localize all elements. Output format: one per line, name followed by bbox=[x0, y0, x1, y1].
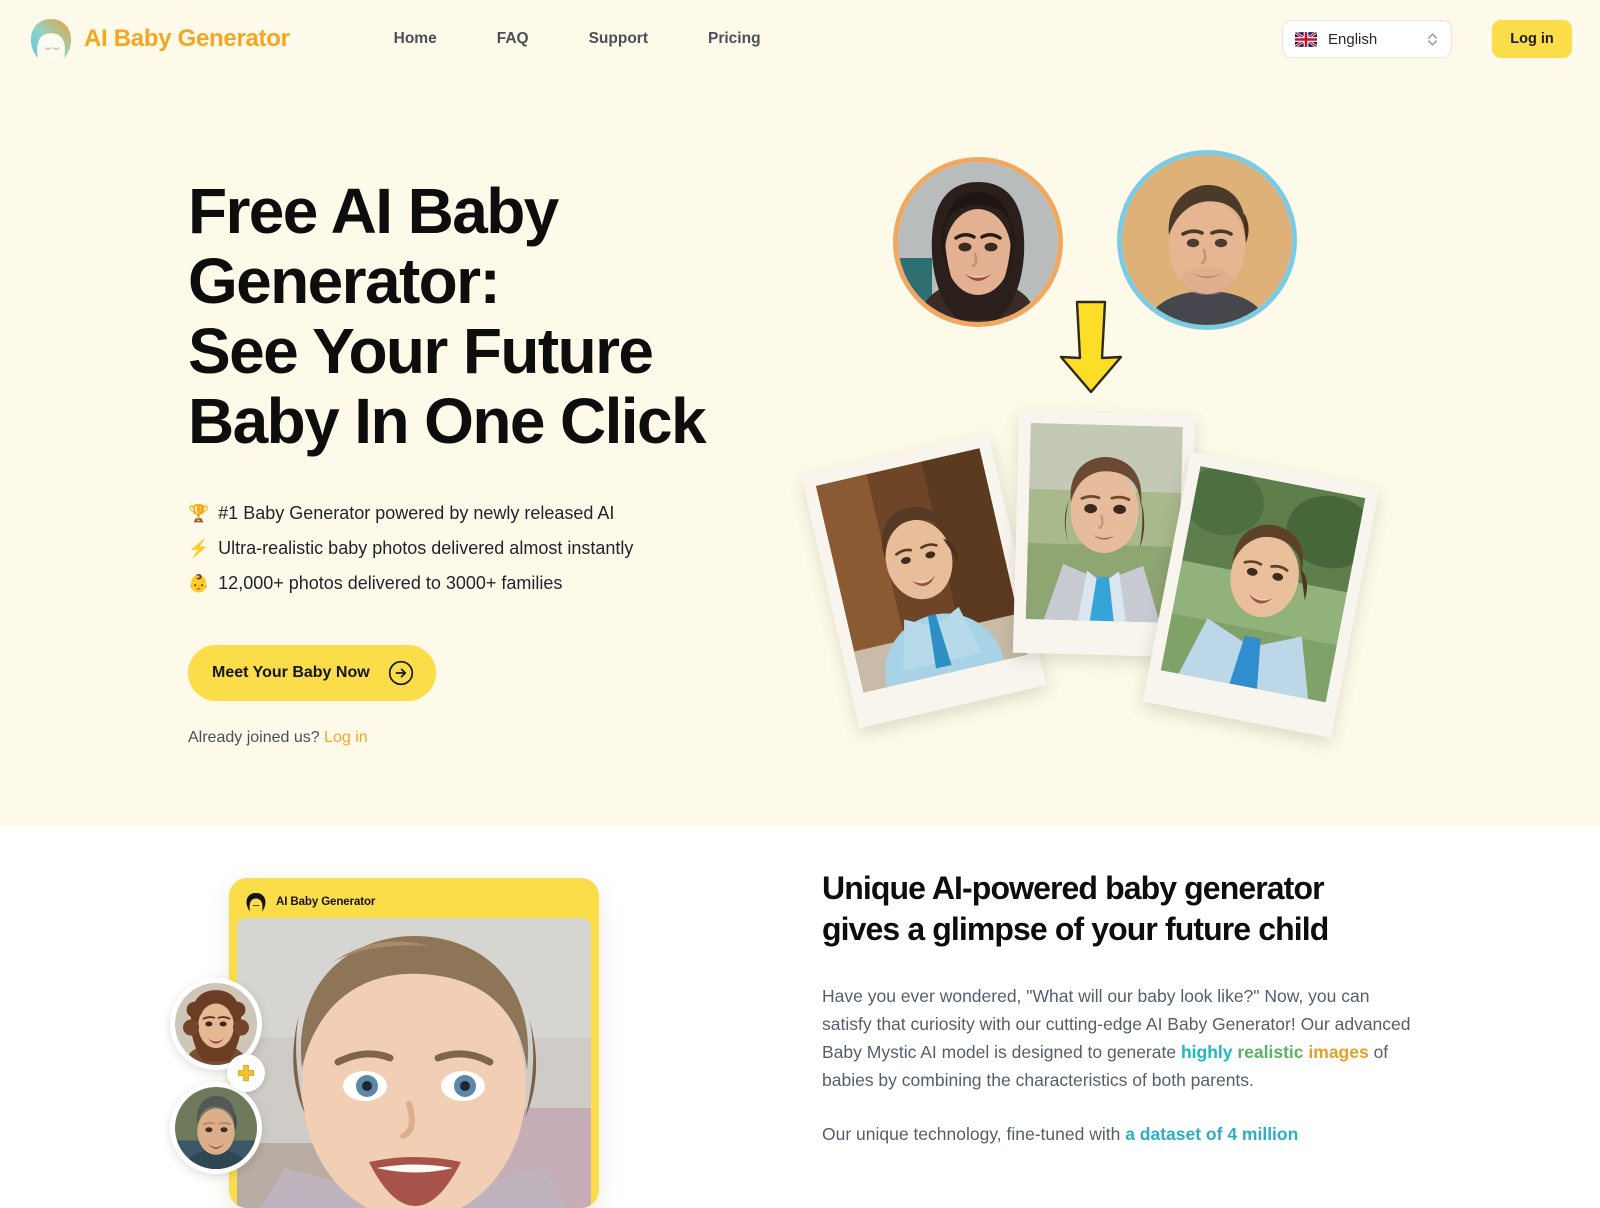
about-highlight-realistic: realistic bbox=[1237, 1042, 1304, 1062]
hero-mother-avatar bbox=[893, 157, 1063, 327]
uk-flag-icon bbox=[1295, 31, 1317, 47]
brand-logo-link[interactable]: AI Baby Generator bbox=[28, 17, 290, 61]
plus-badge bbox=[227, 1054, 265, 1092]
about-paragraph-1: Have you ever wondered, "What will our b… bbox=[822, 982, 1422, 1094]
baby-face-logo-icon bbox=[30, 19, 72, 60]
about-highlight-dataset: a dataset of 4 million bbox=[1125, 1124, 1299, 1144]
nav-link-pricing[interactable]: Pricing bbox=[678, 22, 791, 56]
app-mockup-title: AI Baby Generator bbox=[276, 896, 376, 908]
meet-your-baby-now-button[interactable]: Meet Your Baby Now bbox=[188, 645, 436, 701]
about-paragraph-2-part-1: Our unique technology, fine-tuned with bbox=[822, 1124, 1126, 1144]
baby-result-image bbox=[815, 448, 1028, 693]
father-portrait bbox=[1122, 155, 1292, 325]
login-button[interactable]: Log in bbox=[1492, 20, 1572, 58]
chevron-up-down-icon bbox=[1427, 32, 1438, 46]
about-highlight-highly: highly bbox=[1180, 1042, 1233, 1062]
main-navigation: Home FAQ Support Pricing bbox=[364, 22, 791, 56]
site-header: AI Baby Generator Home FAQ Support Prici… bbox=[0, 0, 1600, 78]
baby-result-image bbox=[1025, 423, 1183, 623]
about-section: AI Baby Generator Unique AI-powered baby… bbox=[0, 826, 1600, 1208]
father-portrait bbox=[175, 1087, 257, 1169]
already-joined-text: Already joined us? Log in bbox=[188, 729, 808, 747]
hero-feature-text: 12,000+ photos delivered to 3000+ famili… bbox=[218, 573, 563, 593]
hero-feature-text: #1 Baby Generator powered by newly relea… bbox=[218, 503, 615, 523]
hero-illustration bbox=[801, 140, 1440, 780]
brand-name: AI Baby Generator bbox=[84, 25, 290, 52]
hero-feature-item: 🏆 #1 Baby Generator powered by newly rel… bbox=[188, 496, 808, 531]
about-highlight-images: images bbox=[1308, 1042, 1369, 1062]
mother-portrait bbox=[175, 983, 257, 1065]
about-paragraph-2: Our unique technology, fine-tuned with a… bbox=[822, 1120, 1422, 1148]
header-actions: English Log in bbox=[1282, 20, 1572, 58]
mother-portrait bbox=[898, 162, 1058, 322]
trophy-icon: 🏆 bbox=[188, 504, 210, 523]
language-selector[interactable]: English bbox=[1282, 20, 1452, 58]
baby-icon: 👶 bbox=[188, 574, 210, 593]
baby-result-photo-left bbox=[801, 433, 1047, 729]
mockup-father-avatar bbox=[170, 1082, 262, 1174]
app-mockup: AI Baby Generator bbox=[170, 878, 610, 1208]
app-mockup-header: AI Baby Generator bbox=[237, 886, 591, 918]
hero-feature-text: Ultra-realistic baby photos delivered al… bbox=[218, 538, 634, 558]
app-mockup-card: AI Baby Generator bbox=[229, 878, 599, 1208]
already-joined-login-link[interactable]: Log in bbox=[324, 729, 368, 746]
hero-title: Free AI Baby Generator: See Your Future … bbox=[188, 175, 707, 457]
arrow-right-circle-icon bbox=[388, 660, 414, 686]
language-label: English bbox=[1328, 30, 1378, 48]
hero-feature-list: 🏆 #1 Baby Generator powered by newly rel… bbox=[188, 496, 808, 601]
baby-face-logo-icon bbox=[246, 893, 266, 912]
nav-link-faq[interactable]: FAQ bbox=[467, 22, 559, 56]
hero-feature-item: ⚡ Ultra-realistic baby photos delivered … bbox=[188, 531, 808, 566]
hero-father-avatar bbox=[1117, 150, 1297, 330]
nav-link-support[interactable]: Support bbox=[559, 22, 678, 56]
about-title: Unique AI-powered baby generator gives a… bbox=[822, 870, 1329, 947]
down-arrow-icon bbox=[1059, 300, 1123, 394]
hero-feature-item: 👶 12,000+ photos delivered to 3000+ fami… bbox=[188, 566, 808, 601]
about-content: Unique AI-powered baby generator gives a… bbox=[822, 868, 1422, 1148]
already-joined-label: Already joined us? bbox=[188, 729, 320, 746]
nav-link-home[interactable]: Home bbox=[364, 22, 467, 56]
generated-baby-photo bbox=[237, 918, 591, 1208]
cta-label: Meet Your Baby Now bbox=[212, 664, 370, 681]
plus-icon bbox=[237, 1064, 255, 1082]
lightning-icon: ⚡ bbox=[188, 539, 210, 558]
baby-result-image bbox=[1160, 466, 1366, 703]
hero-content: Free AI Baby Generator: See Your Future … bbox=[188, 176, 808, 747]
